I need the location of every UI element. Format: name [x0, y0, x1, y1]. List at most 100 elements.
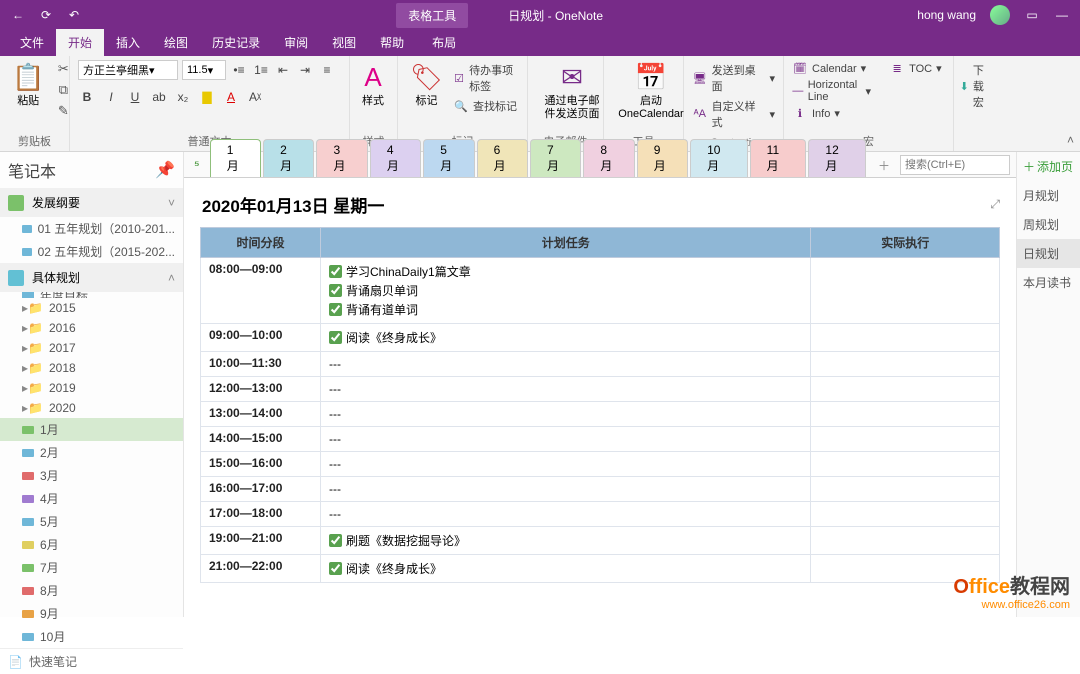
tags-button[interactable]: 🏷标记 [406, 60, 447, 110]
font-name-select[interactable]: 方正兰亭细黑 ▾ [78, 60, 178, 80]
clear-format-icon[interactable]: Aᵡ [246, 88, 264, 106]
table-row[interactable]: 14:00—15:00--- [201, 427, 1000, 452]
time-cell[interactable]: 15:00—16:00 [201, 452, 321, 477]
month-tab-11[interactable]: 11月 [750, 139, 807, 177]
table-row[interactable]: 10:00—11:30--- [201, 352, 1000, 377]
back-icon[interactable]: ← [10, 7, 26, 23]
task-text[interactable]: 学习ChinaDaily1篇文章 [346, 263, 471, 280]
task-text[interactable]: 刷题《数据挖掘导论》 [346, 532, 466, 549]
paste-button[interactable]: 📋 粘贴 [8, 60, 48, 110]
nb-item-month[interactable]: 1月 [0, 418, 183, 441]
time-cell[interactable]: 10:00—11:30 [201, 352, 321, 377]
actual-cell[interactable] [811, 477, 1000, 502]
page-title[interactable]: 2020年01月13日 星期一 [200, 188, 386, 221]
todo-tag-button[interactable]: ☑待办事项标签 [453, 62, 519, 94]
task-checkbox[interactable] [329, 284, 342, 297]
actual-cell[interactable] [811, 427, 1000, 452]
page-list-item[interactable]: 周规划 [1017, 210, 1080, 239]
nb-item-year[interactable]: ▸📁2020 [0, 398, 183, 418]
task-cell[interactable]: 阅读《终身成长》 [321, 324, 811, 352]
info-button[interactable]: ℹInfo ▾ [792, 107, 871, 120]
task-text[interactable]: 阅读《终身成长》 [346, 560, 442, 577]
task-cell[interactable]: --- [321, 477, 811, 502]
bold-icon[interactable]: B [78, 88, 96, 106]
time-cell[interactable]: 21:00—22:00 [201, 555, 321, 583]
nb-item-month[interactable]: 9月 [0, 602, 183, 625]
menu-tab-6[interactable]: 视图 [320, 29, 368, 56]
sync-icon[interactable]: ⟳ [38, 7, 54, 23]
menu-tab-3[interactable]: 绘图 [152, 29, 200, 56]
search-input[interactable] [900, 155, 1010, 175]
month-tab-1[interactable]: 1月 [210, 139, 261, 177]
month-tab-5[interactable]: 5月 [423, 139, 474, 177]
month-tab-9[interactable]: 9月 [637, 139, 688, 177]
table-row[interactable]: 12:00—13:00--- [201, 377, 1000, 402]
time-cell[interactable]: 12:00—13:00 [201, 377, 321, 402]
ribbon-mode-icon[interactable]: ▭ [1024, 7, 1040, 23]
task-text[interactable]: 阅读《终身成长》 [346, 329, 442, 346]
toc-button[interactable]: ≣TOC ▾ [889, 62, 942, 75]
custom-style-button[interactable]: ᴬA自定义样式 ▾ [692, 98, 775, 130]
task-checkbox[interactable] [329, 534, 342, 547]
nb-item-year[interactable]: ▸📁2016 [0, 318, 183, 338]
actual-cell[interactable] [811, 452, 1000, 477]
nb-item-month[interactable]: 10月 [0, 625, 183, 648]
actual-cell[interactable] [811, 402, 1000, 427]
actual-cell[interactable] [811, 352, 1000, 377]
nb-item-month[interactable]: 3月 [0, 464, 183, 487]
actual-cell[interactable] [811, 324, 1000, 352]
task-cell[interactable]: 学习ChinaDaily1篇文章背诵扇贝单词背诵有道单词 [321, 258, 811, 324]
menu-tab-8[interactable]: 布局 [420, 29, 468, 56]
task-checkbox[interactable] [329, 265, 342, 278]
task-text[interactable]: 背诵有道单词 [346, 301, 418, 318]
highlight-icon[interactable]: ▇ [198, 88, 216, 106]
send-desktop-button[interactable]: 🖥发送到桌面 ▾ [692, 62, 775, 94]
nb-item-month[interactable]: 5月 [0, 510, 183, 533]
month-tab-6[interactable]: 6月 [477, 139, 528, 177]
month-tab-10[interactable]: 10月 [690, 139, 748, 177]
task-cell[interactable]: --- [321, 352, 811, 377]
add-page-button[interactable]: ＋添加页 [1017, 152, 1080, 181]
menu-tab-1[interactable]: 开始 [56, 29, 104, 56]
horizontal-line-button[interactable]: —Horizontal Line ▾ [792, 79, 871, 103]
undo-icon[interactable]: ↶ [66, 7, 82, 23]
find-tags-button[interactable]: 🔍查找标记 [453, 98, 519, 114]
nb-item-month[interactable]: 8月 [0, 579, 183, 602]
menu-tab-5[interactable]: 审阅 [272, 29, 320, 56]
month-tab-12[interactable]: 12月 [808, 139, 866, 177]
section-plan[interactable]: 具体规划 ˄ [0, 263, 183, 292]
actual-cell[interactable] [811, 527, 1000, 555]
task-cell[interactable]: 刷题《数据挖掘导论》 [321, 527, 811, 555]
actual-cell[interactable] [811, 377, 1000, 402]
strike-icon[interactable]: ab [150, 88, 168, 106]
actual-cell[interactable] [811, 502, 1000, 527]
pin-icon[interactable]: 📌 [155, 160, 175, 180]
table-row[interactable]: 16:00—17:00--- [201, 477, 1000, 502]
month-tab-2[interactable]: 2月 [263, 139, 314, 177]
time-cell[interactable]: 13:00—14:00 [201, 402, 321, 427]
styles-button[interactable]: A样式 [358, 60, 388, 110]
schedule-table[interactable]: 时间分段 计划任务 实际执行 08:00—09:00学习ChinaDaily1篇… [200, 227, 1000, 583]
minimize-icon[interactable]: — [1054, 7, 1070, 23]
time-cell[interactable]: 16:00—17:00 [201, 477, 321, 502]
table-row[interactable]: 19:00—21:00刷题《数据挖掘导论》 [201, 527, 1000, 555]
task-cell[interactable]: --- [321, 452, 811, 477]
calendar-macro-button[interactable]: 🗓Calendar ▾ [792, 62, 871, 75]
actual-cell[interactable] [811, 258, 1000, 324]
month-tab-4[interactable]: 4月 [370, 139, 421, 177]
nb-item-month[interactable]: 6月 [0, 533, 183, 556]
download-macro-button[interactable]: ⬇下载宏 [960, 62, 991, 110]
table-row[interactable]: 09:00—10:00阅读《终身成长》 [201, 324, 1000, 352]
table-row[interactable]: 08:00—09:00学习ChinaDaily1篇文章背诵扇贝单词背诵有道单词 [201, 258, 1000, 324]
font-color-icon[interactable]: A [222, 88, 240, 106]
section-outline[interactable]: 发展纲要 ˅ [0, 188, 183, 217]
month-tab-8[interactable]: 8月 [583, 139, 634, 177]
menu-tab-0[interactable]: 文件 [8, 29, 56, 56]
menu-tab-2[interactable]: 插入 [104, 29, 152, 56]
task-cell[interactable]: --- [321, 377, 811, 402]
time-cell[interactable]: 17:00—18:00 [201, 502, 321, 527]
menu-tab-4[interactable]: 历史记录 [200, 29, 272, 56]
nb-item-year[interactable]: ▸📁2019 [0, 378, 183, 398]
nb-item-year[interactable]: ▸📁2018 [0, 358, 183, 378]
table-row[interactable]: 13:00—14:00--- [201, 402, 1000, 427]
